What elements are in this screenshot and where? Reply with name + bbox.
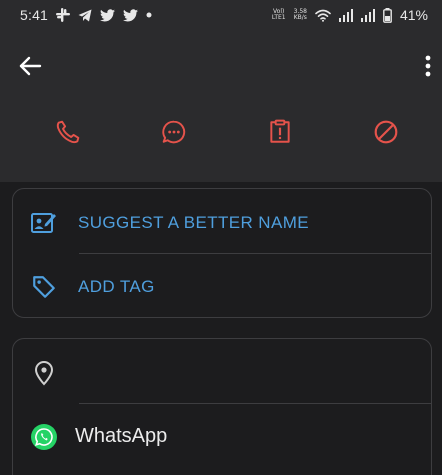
- message-button[interactable]: [158, 116, 190, 148]
- divider: [79, 403, 431, 404]
- phone-icon: [56, 120, 80, 144]
- telegram-icon: [78, 9, 92, 22]
- info-card: WhatsApp: [12, 338, 432, 475]
- status-right: Vol) LTE1 3.58 KB/s 41%: [272, 7, 428, 23]
- add-tag-label: ADD TAG: [78, 277, 155, 296]
- whatsapp-label: WhatsApp: [75, 425, 168, 447]
- chat-bubble-icon: [162, 120, 186, 144]
- suggest-name-row[interactable]: SUGGEST A BETTER NAME: [13, 203, 431, 243]
- wifi-icon: [315, 9, 331, 22]
- twitter-icon: [100, 8, 116, 22]
- location-row[interactable]: [13, 353, 431, 393]
- divider: [79, 253, 431, 254]
- edit-contact-icon: [29, 208, 59, 238]
- action-bar: [0, 116, 442, 148]
- status-left: 5:41: [20, 7, 152, 23]
- signal-icon: [360, 8, 375, 22]
- block-button[interactable]: [370, 116, 402, 148]
- status-bar: 5:41 Vol) LTE1 3.58 KB/s 41%: [0, 0, 442, 30]
- volte-indicator: Vol) LTE1: [272, 9, 286, 21]
- arrow-left-icon: [19, 56, 42, 76]
- signal-icon: [338, 8, 353, 22]
- slack-icon: [56, 8, 71, 22]
- battery-icon: [383, 7, 392, 23]
- whatsapp-row[interactable]: WhatsApp: [13, 417, 431, 457]
- name-tag-card: SUGGEST A BETTER NAME ADD TAG: [12, 188, 432, 318]
- more-vert-icon: [425, 55, 431, 77]
- dot-icon: [146, 12, 152, 18]
- volte-bottom-label: LTE1: [271, 14, 286, 21]
- network-speed: 3.58 KB/s: [294, 9, 307, 21]
- back-button[interactable]: [16, 52, 44, 80]
- report-icon: [270, 119, 290, 143]
- report-button[interactable]: [264, 116, 296, 148]
- more-options-button[interactable]: [418, 52, 438, 80]
- twitter-icon: [123, 8, 139, 22]
- battery-percent: 41%: [399, 7, 428, 23]
- tag-icon: [29, 272, 59, 302]
- call-button[interactable]: [52, 116, 84, 148]
- header: [0, 30, 442, 182]
- add-tag-row[interactable]: ADD TAG: [13, 267, 431, 307]
- block-icon: [374, 120, 398, 144]
- status-time: 5:41: [20, 7, 49, 23]
- location-pin-icon: [29, 358, 59, 388]
- speed-unit: KB/s: [293, 14, 307, 21]
- suggest-name-label: SUGGEST A BETTER NAME: [78, 213, 310, 232]
- whatsapp-icon: [29, 422, 59, 452]
